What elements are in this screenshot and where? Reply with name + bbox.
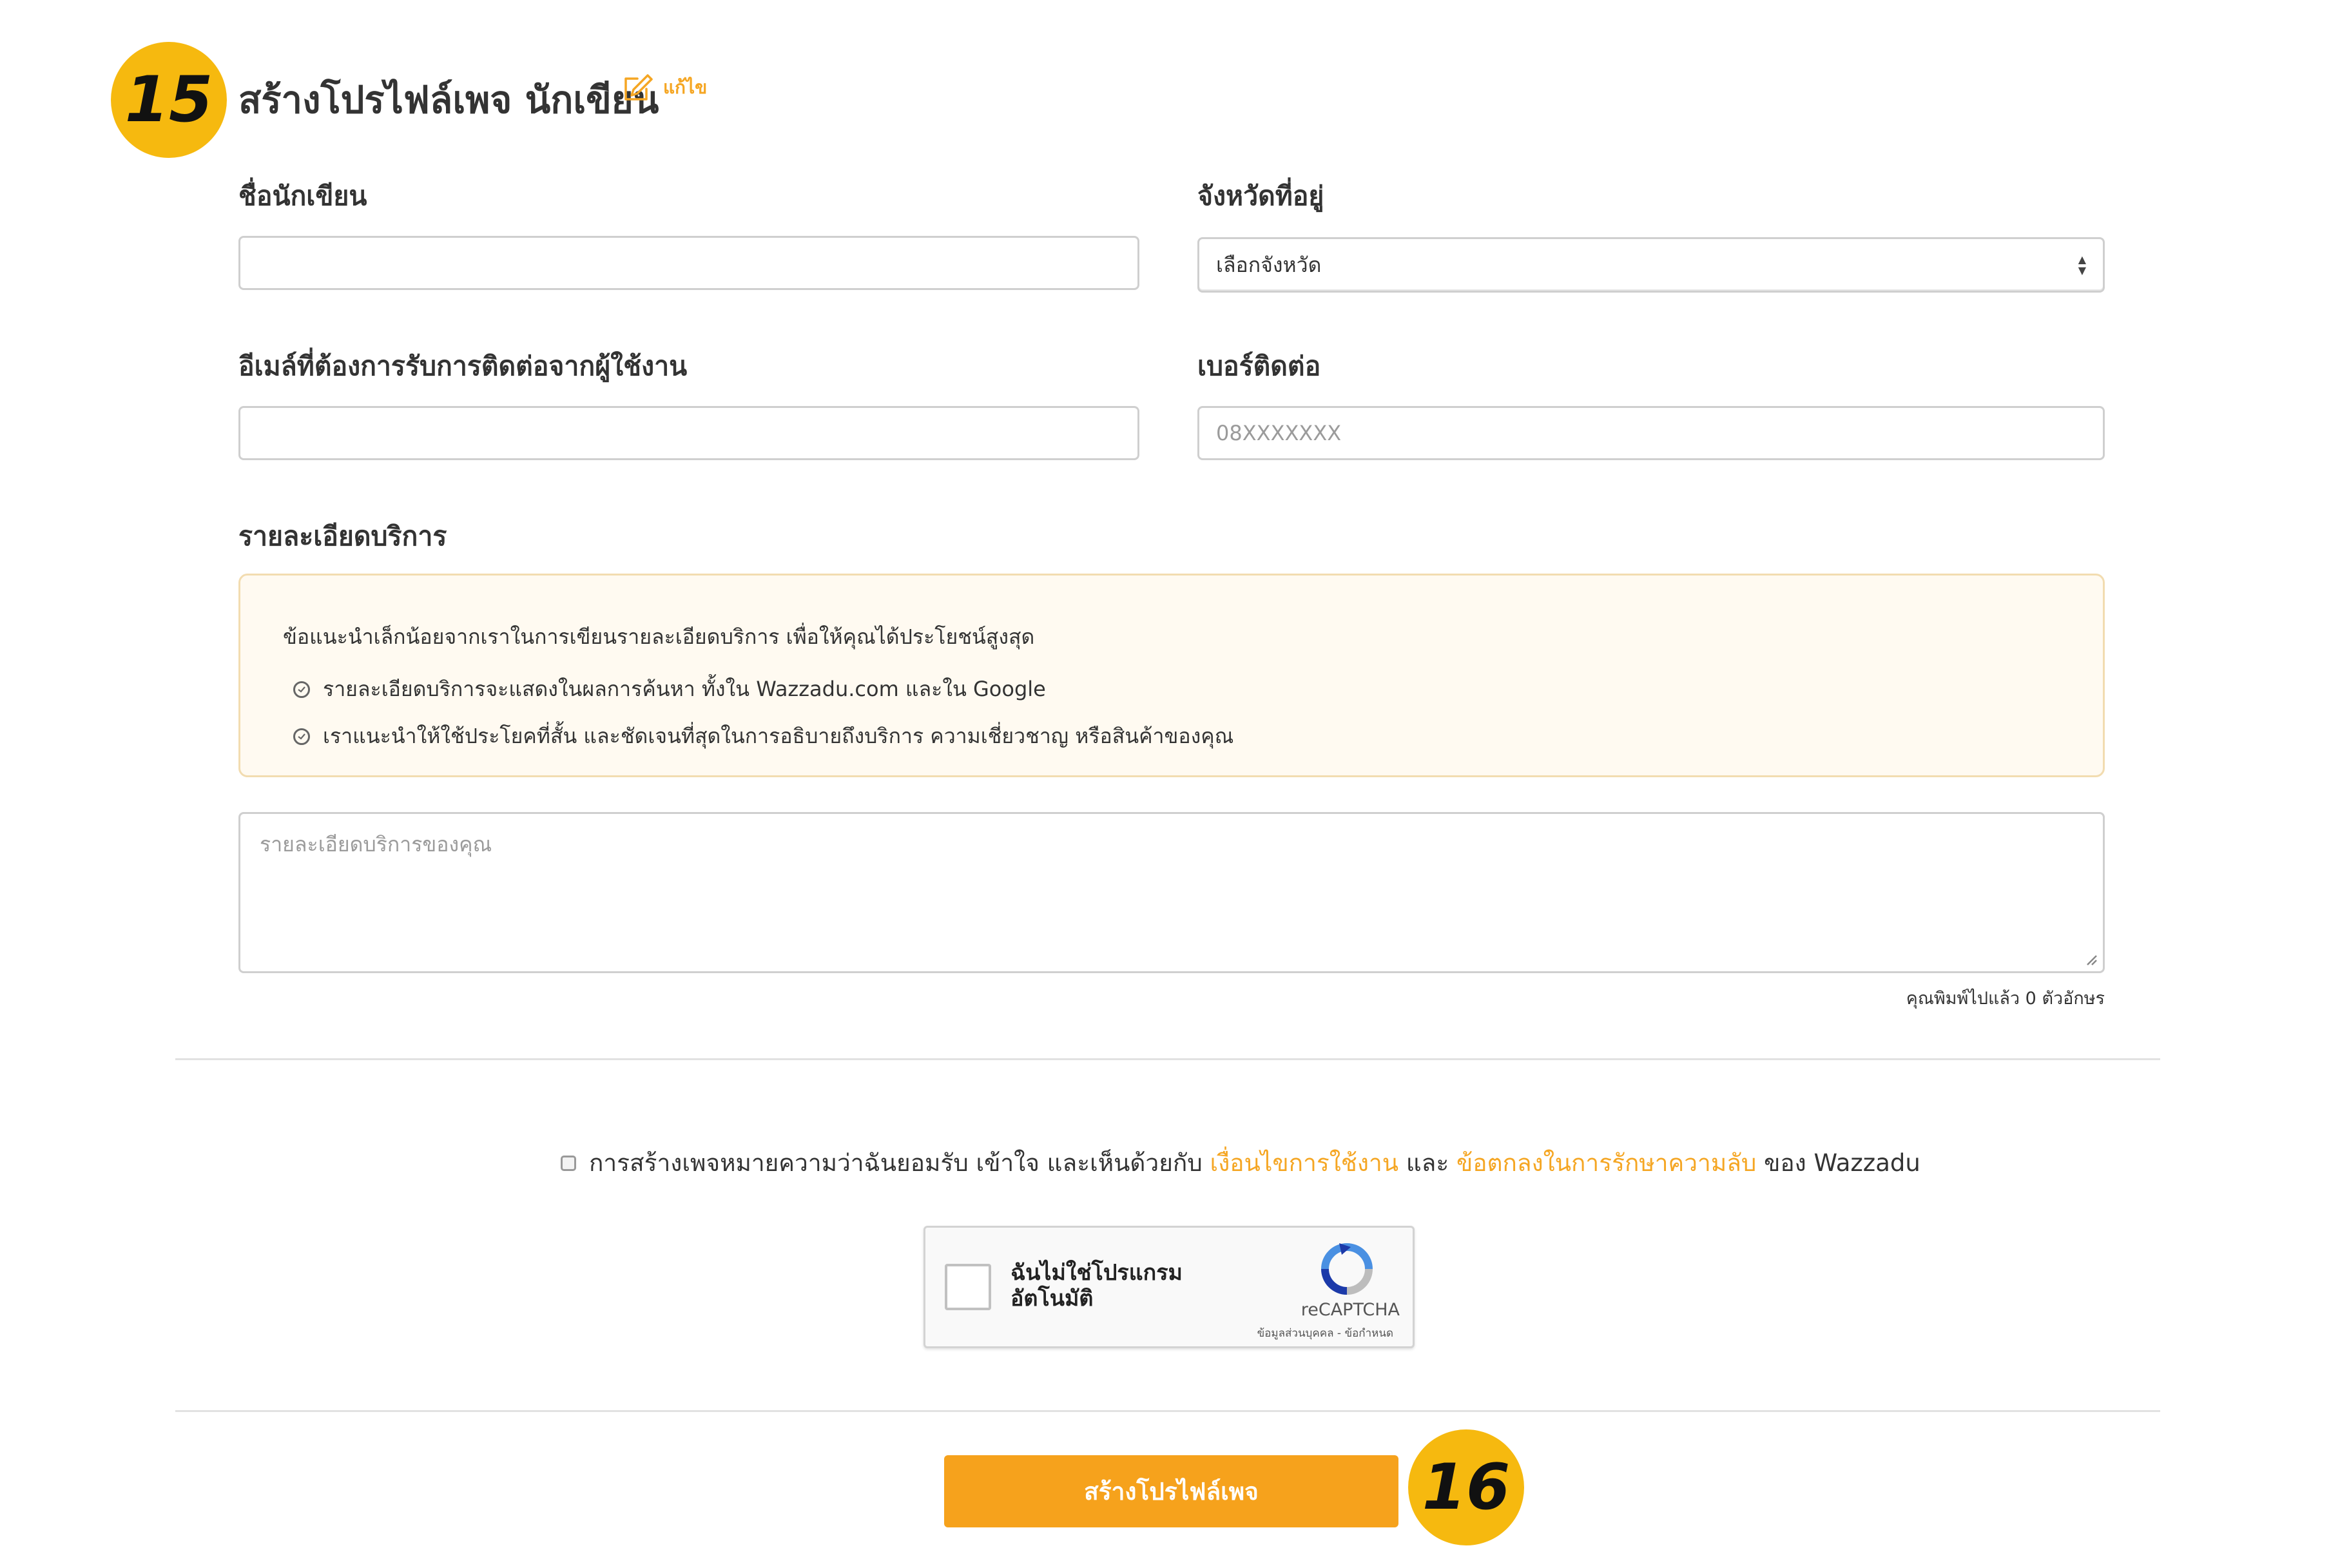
recaptcha-checkbox[interactable] — [945, 1264, 991, 1310]
recaptcha-label-line2: อัตโนมัติ — [1010, 1286, 1094, 1312]
check-circle-icon — [293, 681, 310, 698]
recaptcha-label-line1: ฉันไม่ใช่โปรแกรม — [1010, 1260, 1183, 1286]
tip-text: เราแนะนำให้ใช้ประโยคที่สั้น และชัดเจนที่… — [323, 724, 1234, 748]
edit-link[interactable]: แก้ไข — [622, 72, 707, 104]
phone-label: เบอร์ติดต่อ — [1197, 351, 1321, 382]
tips-intro: ข้อแนะนำเล็กน้อยจากเราในการเขียนรายละเอี… — [283, 624, 1035, 649]
edit-label: แก้ไข — [663, 77, 708, 98]
page-title: สร้างโปรไฟล์เพจ นักเขียน — [238, 78, 659, 122]
step-badge-16: 16 — [1408, 1429, 1524, 1545]
section-divider — [175, 1058, 2160, 1060]
check-circle-icon — [293, 728, 310, 745]
terms-and: และ — [1406, 1149, 1449, 1177]
create-profile-button[interactable]: สร้างโปรไฟล์เพจ — [944, 1455, 1398, 1527]
tip-item: รายละเอียดบริการจะแสดงในผลการค้นหา ทั้งใ… — [293, 673, 2103, 706]
recaptcha-logo-icon — [1321, 1243, 1373, 1295]
contact-email-label: อีเมล์ที่ต้องการรับการติดต่อจากผู้ใช้งาน — [238, 351, 688, 382]
tip-item: เราแนะนำให้ใช้ประโยคที่สั้น และชัดเจนที่… — [293, 720, 2103, 753]
section-divider — [175, 1410, 2160, 1412]
recaptcha-label: ฉันไม่ใช่โปรแกรม อัตโนมัติ — [1010, 1260, 1183, 1312]
writer-name-label: ชื่อนักเขียน — [238, 180, 367, 211]
service-details-label: รายละเอียดบริการ — [238, 521, 447, 552]
character-counter: คุณพิมพ์ไปแล้ว 0 ตัวอักษร — [1906, 989, 2105, 1009]
service-details-textarea[interactable]: รายละเอียดบริการของคุณ — [238, 812, 2105, 973]
terms-prefix: การสร้างเพจหมายความว่าฉันยอมรับ เข้าใจ แ… — [589, 1149, 1203, 1177]
tip-text: รายละเอียดบริการจะแสดงในผลการค้นหา ทั้งใ… — [323, 677, 1046, 701]
province-selected-value: เลือกจังหวัด — [1216, 252, 1322, 277]
service-details-placeholder: รายละเอียดบริการของคุณ — [260, 832, 492, 857]
recaptcha-widget: ฉันไม่ใช่โปรแกรม อัตโนมัติ reCAPTCHA ข้อ… — [923, 1226, 1415, 1348]
terms-of-use-link[interactable]: เงื่อนไขการใช้งาน — [1210, 1149, 1399, 1177]
terms-checkbox[interactable] — [561, 1155, 576, 1171]
province-select[interactable]: เลือกจังหวัด ▲ ▼ — [1197, 237, 2105, 293]
recaptcha-brand: reCAPTCHA — [1301, 1300, 1400, 1320]
tips-box: ข้อแนะนำเล็กน้อยจากเราในการเขียนรายละเอี… — [238, 574, 2105, 777]
privacy-policy-link[interactable]: ข้อตกลงในการรักษาความลับ — [1456, 1149, 1756, 1177]
phone-placeholder: 08XXXXXXX — [1216, 421, 1342, 445]
terms-row: การสร้างเพจหมายความว่าฉันยอมรับ เข้าใจ แ… — [561, 1144, 1920, 1182]
recaptcha-privacy-terms[interactable]: ข้อมูลส่วนบุคคล - ข้อกำหนด — [1257, 1324, 1393, 1342]
phone-input[interactable]: 08XXXXXXX — [1197, 406, 2105, 460]
step-badge-15: 15 — [111, 42, 227, 158]
edit-icon — [624, 74, 653, 101]
sort-arrows-icon: ▲ ▼ — [2078, 253, 2086, 276]
resize-handle-icon[interactable] — [2082, 951, 2098, 966]
province-label: จังหวัดที่อยู่ — [1197, 180, 1324, 211]
terms-suffix: ของ Wazzadu — [1764, 1149, 1920, 1177]
writer-name-input[interactable] — [238, 236, 1139, 290]
contact-email-input[interactable] — [238, 406, 1139, 460]
